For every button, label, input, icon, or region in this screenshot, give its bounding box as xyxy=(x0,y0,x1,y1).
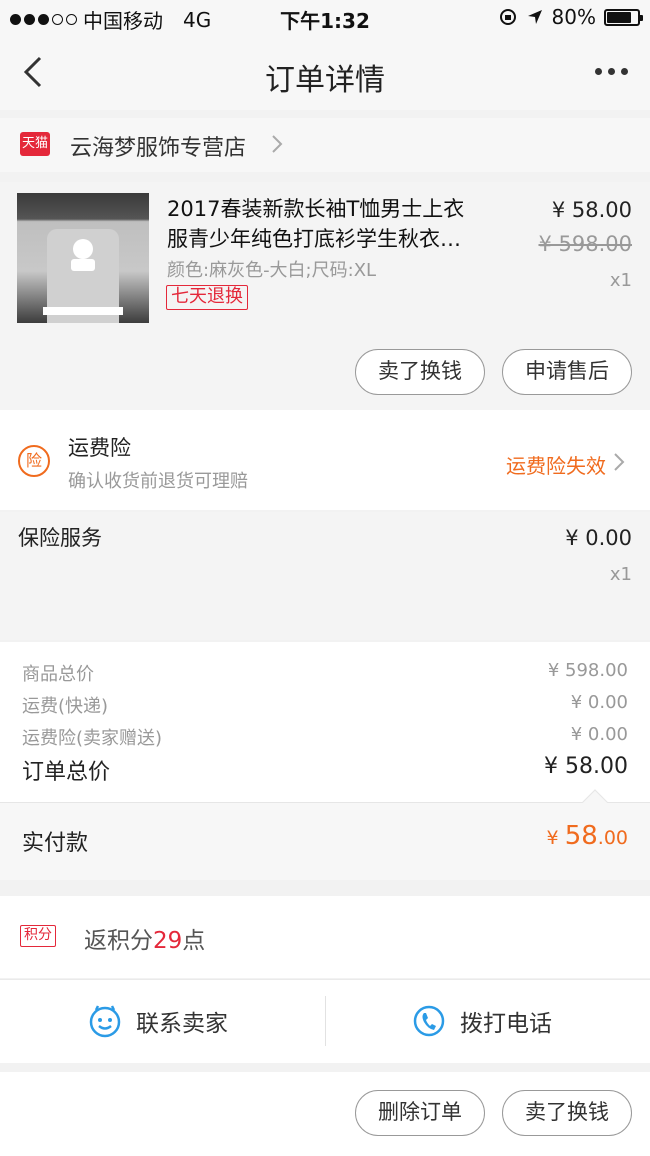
product-quantity: x1 xyxy=(609,270,632,291)
call-label: 拨打电话 xyxy=(460,1011,552,1037)
product-title[interactable]: 2017春装新款长袖T恤男士上衣 服青少年纯色打底衫学生秋衣… xyxy=(167,194,497,254)
page-title: 订单详情 xyxy=(265,63,385,98)
points-prefix: 返积分 xyxy=(84,928,153,954)
summary-label: 商品总价 xyxy=(22,664,94,685)
chevron-right-icon xyxy=(614,453,625,471)
insurance-service-title: 保险服务 xyxy=(18,526,102,550)
bottom-actions: 删除订单 卖了换钱 xyxy=(0,1072,650,1156)
points-suffix: 点 xyxy=(182,928,206,954)
battery-percent: 80% xyxy=(551,5,596,29)
shop-row[interactable]: 天猫 云海梦服饰专营店 xyxy=(0,118,650,172)
product-spec: 颜色:麻灰色-大白;尺码:XL xyxy=(167,260,377,281)
sell-button-bottom[interactable]: 卖了换钱 xyxy=(502,1090,632,1136)
paid-label: 实付款 xyxy=(22,831,89,856)
points-value: 29 xyxy=(153,928,183,954)
product-title-line1: 2017春装新款长袖T恤男士上衣 xyxy=(167,197,465,221)
orientation-lock-icon xyxy=(499,9,516,25)
summary-row: 商品总价 ¥ 598.00 xyxy=(0,660,650,690)
paid-currency: ¥ xyxy=(546,827,565,849)
points-row: 积分 返积分29点 xyxy=(0,896,650,978)
summary-row: 运费险(卖家赠送) ¥ 0.00 xyxy=(0,724,650,754)
freight-insurance-row[interactable]: 险 运费险 确认收货前退货可理赔 运费险失效 xyxy=(0,410,650,510)
points-text: 返积分29点 xyxy=(84,921,205,955)
paid-row: 实付款 ¥ 58.00 xyxy=(0,789,650,880)
summary-label: 运费险(卖家赠送) xyxy=(22,728,163,749)
summary-value: ¥ 0.00 xyxy=(570,692,628,713)
summary-value: ¥ 598.00 xyxy=(547,660,628,681)
product-title-line2: 服青少年纯色打底衫学生秋衣… xyxy=(167,227,461,251)
price-summary: 商品总价 ¥ 598.00 运费(快递) ¥ 0.00 运费险(卖家赠送) ¥ … xyxy=(0,642,650,802)
freight-insurance-title: 运费险 xyxy=(68,436,131,460)
paid-amount: ¥ 58.00 xyxy=(547,821,628,851)
product-image[interactable] xyxy=(17,193,149,323)
original-price: ¥ 598.00 xyxy=(538,232,632,256)
order-total-label: 订单总价 xyxy=(22,760,111,785)
contact-seller-button[interactable]: 联系卖家 xyxy=(88,1004,228,1038)
tmall-icon: 天猫 xyxy=(20,132,50,156)
insurance-service-row: 保险服务 ¥ 0.00 x1 xyxy=(0,512,650,640)
summary-value: ¥ 0.00 xyxy=(570,724,628,745)
battery-icon xyxy=(604,8,643,26)
nav-bar: 订单详情 xyxy=(0,36,650,110)
contact-seller-label: 联系卖家 xyxy=(136,1011,228,1037)
phone-icon xyxy=(413,1005,445,1037)
insurance-service-quantity: x1 xyxy=(609,564,632,585)
freight-insurance-status[interactable]: 运费险失效 xyxy=(506,450,606,479)
contact-bar: 联系卖家 拨打电话 xyxy=(0,979,650,1063)
product-card[interactable]: 2017春装新款长袖T恤男士上衣 服青少年纯色打底衫学生秋衣… 颜色:麻灰色-大… xyxy=(0,182,650,410)
paid-integer: 58 xyxy=(564,821,598,851)
status-bar: 中国移动 4G 下午1:32 80% xyxy=(0,0,650,36)
call-button[interactable]: 拨打电话 xyxy=(412,1004,552,1038)
sell-button[interactable]: 卖了换钱 xyxy=(355,349,485,395)
after-sale-button[interactable]: 申请售后 xyxy=(502,349,632,395)
more-icon[interactable] xyxy=(595,68,628,75)
status-right: 80% xyxy=(498,5,643,29)
return-badge: 七天退换 xyxy=(166,285,248,310)
order-total-value: ¥ 58.00 xyxy=(544,754,628,779)
shop-name[interactable]: 云海梦服饰专营店 xyxy=(70,130,246,162)
summary-row: 运费(快递) ¥ 0.00 xyxy=(0,692,650,722)
delete-order-button[interactable]: 删除订单 xyxy=(355,1090,485,1136)
paid-decimal: .00 xyxy=(597,827,628,849)
location-icon xyxy=(527,10,542,24)
insurance-icon: 险 xyxy=(18,445,50,477)
product-price: ¥ 58.00 xyxy=(551,198,632,222)
chevron-right-icon xyxy=(272,135,283,153)
freight-insurance-subtitle: 确认收货前退货可理赔 xyxy=(68,471,248,492)
chat-face-icon xyxy=(89,1005,121,1038)
points-badge: 积分 xyxy=(20,925,56,947)
divider xyxy=(325,996,326,1046)
insurance-service-price: ¥ 0.00 xyxy=(565,526,632,550)
summary-label: 运费(快递) xyxy=(22,696,109,717)
